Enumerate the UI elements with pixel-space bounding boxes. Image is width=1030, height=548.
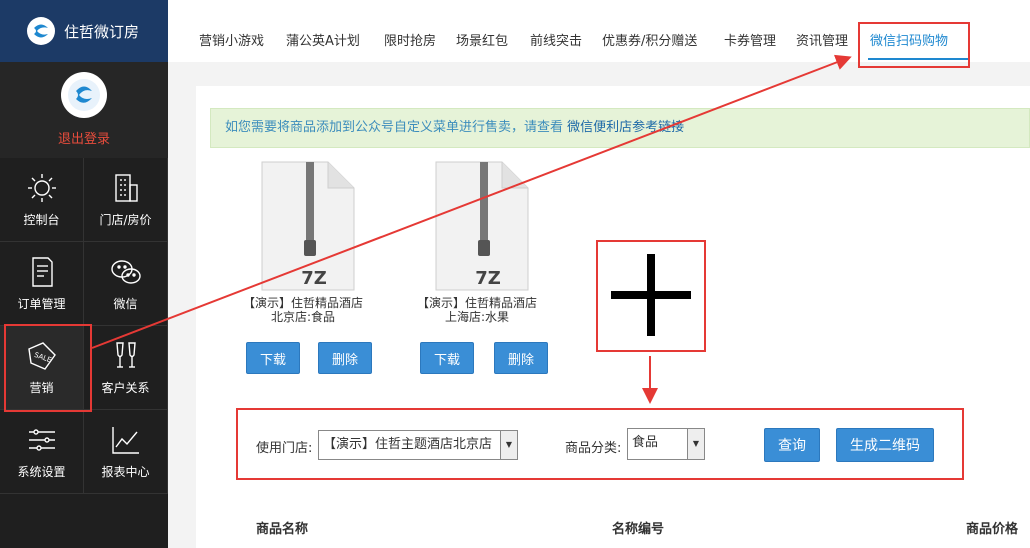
chevron-down-icon: ▼	[500, 431, 517, 459]
sidebar-item-wechat[interactable]: 微信	[84, 242, 168, 326]
sun-icon	[27, 174, 56, 202]
sidebar-item-settings[interactable]: 系统设置	[0, 410, 84, 494]
plus-icon	[611, 254, 691, 336]
file-name: 【演示】住哲精品酒店北京店:食品	[242, 296, 363, 324]
glasses-icon	[115, 342, 136, 368]
brand-logo-icon	[27, 17, 55, 45]
download-button[interactable]: 下载	[246, 342, 300, 374]
sidebar-item-label: 控制台	[23, 213, 60, 227]
marketing-highlight	[4, 324, 92, 412]
sliders-icon	[28, 429, 55, 451]
category-select[interactable]: 食品 ▼	[627, 428, 705, 460]
sidebar: 住哲微订房 退出登录 控制台 门店/房价 订单管理 微信 SALE 营销 客户关…	[0, 0, 168, 548]
tab-coupons-points[interactable]: 优惠券/积分赠送	[602, 30, 697, 49]
query-button[interactable]: 查询	[764, 428, 820, 462]
add-file-box[interactable]	[596, 240, 706, 352]
sidebar-item-stores[interactable]: 门店/房价	[84, 158, 168, 242]
category-label: 商品分类:	[565, 441, 622, 456]
sidebar-item-label: 系统设置	[17, 465, 66, 479]
table-header-code: 名称编号	[612, 522, 665, 537]
sidebar-item-label: 报表中心	[101, 465, 150, 479]
chevron-down-icon: ▼	[687, 429, 704, 459]
file-card: 7Z 【演示】住哲精品酒店北京店:食品	[238, 160, 368, 324]
download-button[interactable]: 下载	[420, 342, 474, 374]
sidebar-item-label: 客户关系	[101, 381, 150, 395]
tab-frontline-assault[interactable]: 前线突击	[530, 30, 582, 49]
notice-link[interactable]: 微信便利店参考链接	[567, 120, 684, 135]
store-select[interactable]: 【演示】住哲主题酒店北京店 ▼	[318, 430, 518, 460]
logout-link[interactable]: 退出登录	[0, 128, 168, 147]
wechat-icon	[110, 260, 141, 284]
sidebar-item-dashboard[interactable]: 控制台	[0, 158, 84, 242]
profile-panel: 退出登录	[0, 62, 168, 158]
brand-header[interactable]: 住哲微订房	[0, 0, 168, 62]
file-card: 7Z 【演示】住哲精品酒店上海店:水果	[412, 160, 542, 324]
notice-text: 如您需要将商品添加到公众号自定义菜单进行售卖，请查看	[225, 120, 568, 135]
sidebar-item-orders[interactable]: 订单管理	[0, 242, 84, 326]
building-icon	[114, 174, 138, 202]
table-header-name: 商品名称	[256, 522, 309, 537]
zip-file-icon[interactable]: 7Z	[422, 160, 532, 292]
sidebar-item-label: 门店/房价	[99, 213, 152, 227]
zip-file-icon[interactable]: 7Z	[248, 160, 358, 292]
tab-mini-games[interactable]: 营销小游戏	[199, 30, 264, 49]
category-select-value: 食品	[632, 435, 659, 450]
sidebar-item-label: 订单管理	[17, 297, 66, 311]
store-select-value: 【演示】住哲主题酒店北京店	[323, 437, 493, 452]
file-name: 【演示】住哲精品酒店上海店:水果	[416, 296, 537, 324]
store-label: 使用门店:	[256, 441, 313, 456]
sidebar-item-crm[interactable]: 客户关系	[84, 326, 168, 410]
generate-qrcode-button[interactable]: 生成二维码	[836, 428, 934, 462]
table-header-price: 商品价格	[966, 522, 1019, 537]
tab-highlight	[858, 22, 970, 68]
tab-scene-red-packet[interactable]: 场景红包	[456, 30, 508, 49]
tab-flash-sale[interactable]: 限时抢房	[384, 30, 436, 49]
avatar[interactable]	[61, 72, 107, 118]
info-notice: 如您需要将商品添加到公众号自定义菜单进行售卖，请查看 微信便利店参考链接	[210, 108, 1030, 148]
tab-news-management[interactable]: 资讯管理	[796, 30, 848, 49]
delete-button[interactable]: 删除	[494, 342, 548, 374]
document-icon	[31, 257, 53, 287]
tab-card-management[interactable]: 卡券管理	[724, 30, 776, 49]
file-ext: 7Z	[301, 268, 327, 289]
tab-dandelion-plan[interactable]: 蒲公英A计划	[286, 30, 360, 49]
sidebar-item-label: 微信	[113, 297, 138, 311]
file-ext: 7Z	[475, 268, 501, 289]
sidebar-item-reports[interactable]: 报表中心	[84, 410, 168, 494]
avatar-logo-icon	[68, 79, 100, 111]
delete-button[interactable]: 删除	[318, 342, 372, 374]
line-chart-icon	[111, 427, 139, 454]
brand-name: 住哲微订房	[64, 22, 140, 41]
